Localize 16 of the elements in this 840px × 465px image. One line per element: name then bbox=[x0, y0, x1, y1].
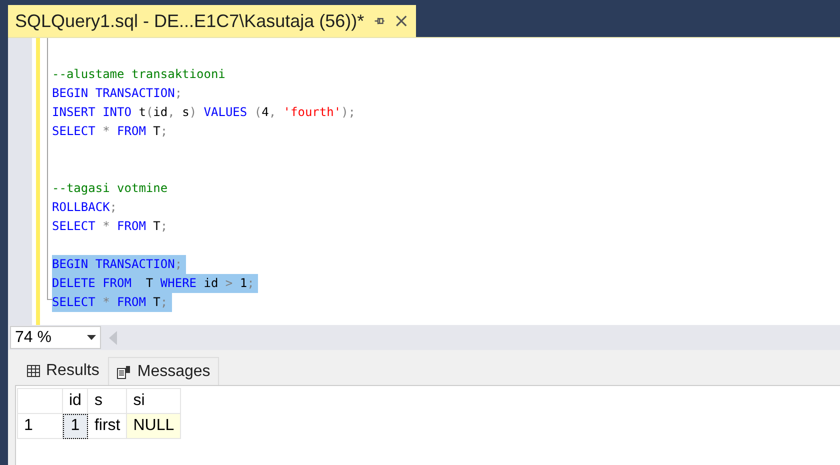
zoom-dropdown[interactable]: 74 % bbox=[10, 326, 101, 349]
grid-icon bbox=[27, 365, 40, 377]
document-tab[interactable]: SQLQuery1.sql - DE...E1C7\Kasutaja (56))* bbox=[8, 5, 416, 37]
code-line: INSERT INTO t(id, s) VALUES (4, 'fourth'); bbox=[52, 104, 357, 121]
table-cell[interactable]: 1 bbox=[62, 414, 88, 438]
messages-icon bbox=[117, 364, 132, 378]
close-icon[interactable] bbox=[395, 13, 408, 29]
code-line: SELECT * FROM T; bbox=[52, 123, 169, 140]
column-header[interactable]: s bbox=[88, 388, 127, 414]
code-line: ROLLBACK; bbox=[52, 199, 118, 216]
null-cell[interactable]: NULL bbox=[126, 414, 181, 438]
caret-icon bbox=[87, 335, 96, 340]
code-line: --tagasi votmine bbox=[52, 180, 169, 197]
code-line: SELECT * FROM T; bbox=[52, 218, 169, 235]
code-line: BEGIN TRANSACTION; bbox=[52, 85, 184, 102]
code-line: --alustame transaktiooni bbox=[52, 66, 226, 83]
